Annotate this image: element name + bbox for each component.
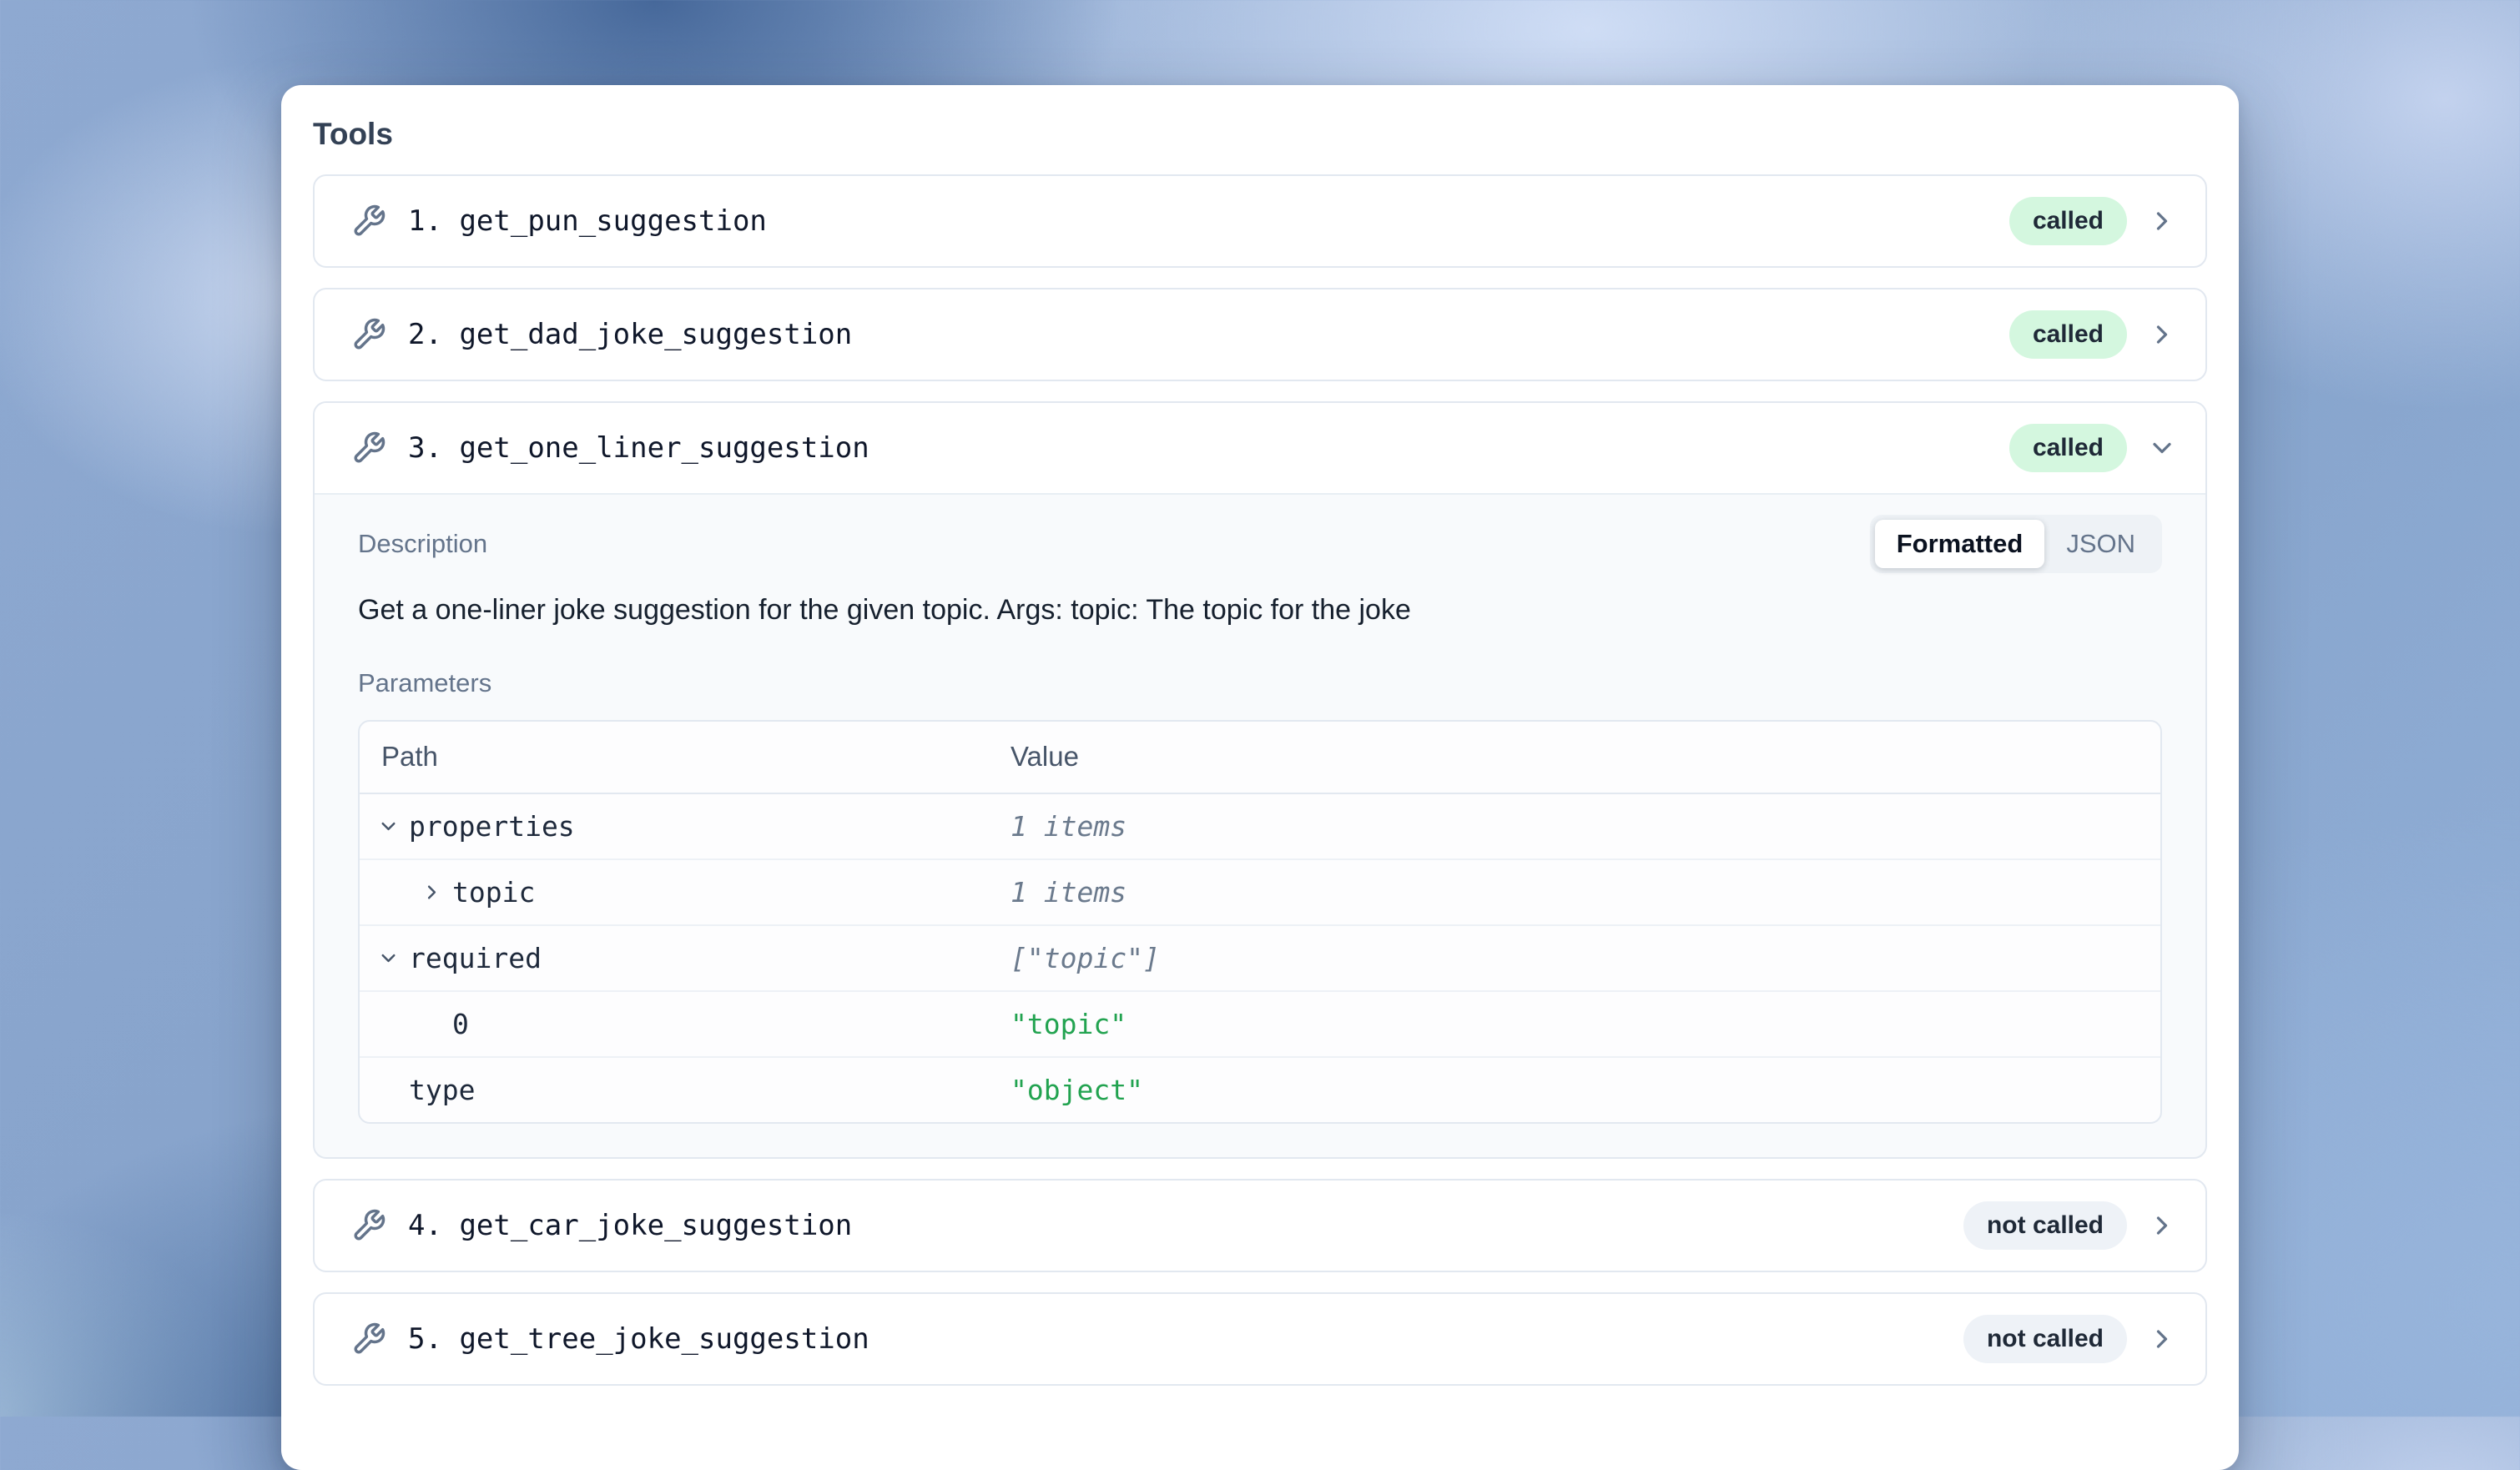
- chevron-right-icon[interactable]: [421, 881, 452, 904]
- row-value: 1 items: [1011, 876, 2160, 909]
- tool-item-get_car_joke_suggestion[interactable]: 4. get_car_joke_suggestion not called: [313, 1179, 2207, 1272]
- page-title: Tools: [313, 115, 2207, 154]
- parameters-label: Parameters: [358, 668, 2162, 698]
- chevron-down-icon[interactable]: [377, 815, 409, 838]
- row-key: properties: [409, 810, 575, 843]
- chevron-down-icon[interactable]: [377, 947, 409, 969]
- row-key: required: [409, 942, 542, 974]
- status-badge: not called: [1963, 1201, 2127, 1250]
- row-value: ["topic"]: [1011, 942, 2160, 974]
- tool-item-get_dad_joke_suggestion[interactable]: 2. get_dad_joke_suggestion called: [313, 288, 2207, 381]
- wrench-icon: [351, 204, 386, 239]
- tool-label: 1. get_pun_suggestion: [408, 204, 767, 238]
- column-header-path: Path: [360, 741, 1011, 773]
- table-row[interactable]: topic 1 items: [360, 860, 2160, 926]
- tools-list: 1. get_pun_suggestion called 2. get_dad_…: [313, 174, 2207, 1386]
- tool-label: 2. get_dad_joke_suggestion: [408, 318, 852, 351]
- no-chevron: [421, 1013, 452, 1035]
- wrench-icon: [351, 1321, 386, 1357]
- wrench-icon: [351, 430, 386, 466]
- no-chevron: [377, 1079, 409, 1101]
- wrench-icon: [351, 1208, 386, 1243]
- tool-label: 5. get_tree_joke_suggestion: [408, 1322, 869, 1356]
- tool-item-get_pun_suggestion[interactable]: 1. get_pun_suggestion called: [313, 174, 2207, 268]
- tool-item-get_one_liner_suggestion[interactable]: 3. get_one_liner_suggestion called: [315, 403, 2205, 495]
- status-badge: called: [2009, 197, 2127, 245]
- wrench-icon: [351, 317, 386, 352]
- table-row: type "object": [360, 1058, 2160, 1122]
- row-key: topic: [452, 876, 535, 909]
- tool-description: Get a one-liner joke suggestion for the …: [358, 592, 2162, 630]
- tab-formatted[interactable]: Formatted: [1875, 520, 2045, 568]
- status-badge: not called: [1963, 1315, 2127, 1363]
- format-toggle: Formatted JSON: [1870, 515, 2162, 573]
- tool-details: Description Formatted JSON Get a one-lin…: [315, 495, 2205, 1157]
- tool-item-get_tree_joke_suggestion[interactable]: 5. get_tree_joke_suggestion not called: [313, 1292, 2207, 1386]
- row-key: type: [409, 1074, 475, 1106]
- table-row[interactable]: properties 1 items: [360, 794, 2160, 860]
- table-row[interactable]: required ["topic"]: [360, 926, 2160, 992]
- description-label: Description: [358, 529, 487, 559]
- status-badge: called: [2009, 310, 2127, 359]
- column-header-value: Value: [1011, 741, 2160, 773]
- chevron-down-icon: [2147, 433, 2177, 463]
- tab-json[interactable]: JSON: [2044, 520, 2157, 568]
- tool-label: 3. get_one_liner_suggestion: [408, 431, 869, 465]
- parameters-table: Path Value properties 1 items: [358, 720, 2162, 1124]
- row-key: 0: [452, 1008, 469, 1040]
- tool-label: 4. get_car_joke_suggestion: [408, 1209, 852, 1242]
- status-badge: called: [2009, 424, 2127, 472]
- table-row: 0 "topic": [360, 992, 2160, 1058]
- chevron-right-icon: [2147, 1211, 2177, 1241]
- tool-item-get_one_liner_suggestion-expanded: 3. get_one_liner_suggestion called Descr…: [313, 401, 2207, 1159]
- chevron-right-icon: [2147, 320, 2177, 350]
- tools-panel: Tools 1. get_pun_suggestion called 2. ge…: [281, 85, 2239, 1470]
- chevron-right-icon: [2147, 206, 2177, 236]
- row-value: "object": [1011, 1074, 2160, 1106]
- chevron-right-icon: [2147, 1324, 2177, 1354]
- table-header: Path Value: [360, 722, 2160, 794]
- row-value: "topic": [1011, 1008, 2160, 1040]
- row-value: 1 items: [1011, 810, 2160, 843]
